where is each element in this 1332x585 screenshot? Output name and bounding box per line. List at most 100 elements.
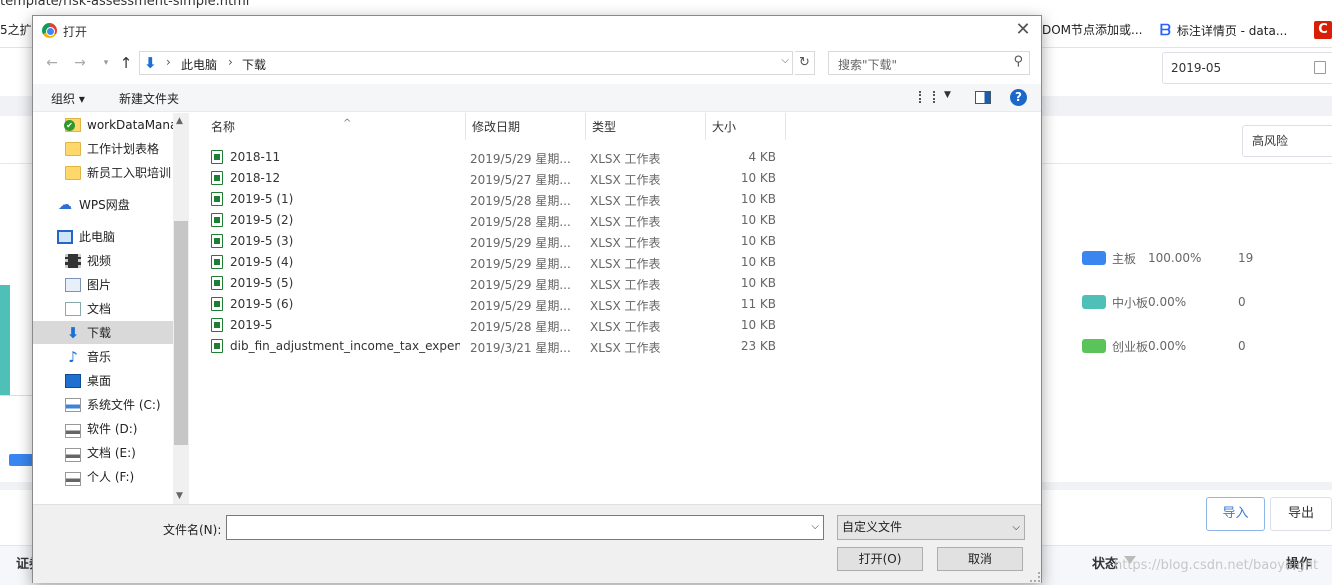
filename-dropdown-chevron-icon[interactable]: ⌵ bbox=[811, 521, 819, 532]
legend-item-gem-board[interactable]: 创业板 0.00% 0 bbox=[1082, 338, 1246, 354]
column-header-type[interactable]: 类型 bbox=[586, 113, 706, 140]
month-value: 2019-05 bbox=[1171, 61, 1222, 75]
tree-item-videos[interactable]: 视频 bbox=[33, 249, 173, 272]
tree-item-pictures[interactable]: 图片 bbox=[33, 273, 173, 296]
up-arrow-icon[interactable]: ↑ bbox=[117, 53, 135, 73]
tree-item-documents[interactable]: 文档 bbox=[33, 297, 173, 320]
legend-percent: 100.00% bbox=[1148, 251, 1202, 265]
file-row[interactable]: 2019-5 (2) 2019/5/28 星期... XLSX 工作表 10 KB bbox=[205, 210, 777, 231]
filename-input[interactable]: ⌵ bbox=[226, 515, 824, 540]
folder-icon bbox=[65, 141, 81, 156]
file-row[interactable]: 2019-5 (4) 2019/5/29 星期... XLSX 工作表 10 KB bbox=[205, 252, 777, 273]
back-arrow-icon[interactable]: ← bbox=[43, 53, 61, 73]
import-button[interactable]: 导入 bbox=[1206, 497, 1265, 531]
breadcrumb-chevron-icon[interactable]: › bbox=[228, 55, 233, 69]
csdn-c-icon[interactable]: C bbox=[1314, 21, 1332, 39]
legend-count: 0 bbox=[1238, 295, 1246, 309]
scroll-down-chevron-icon[interactable]: ▼ bbox=[176, 491, 183, 501]
tree-item-drive-f[interactable]: 个人 (F:) bbox=[33, 465, 173, 488]
file-name: 2019-5 (6) bbox=[230, 297, 294, 311]
recent-locations-chevron-icon[interactable]: ▾ bbox=[97, 53, 115, 73]
tree-scrollbar[interactable]: ▲ ▼ bbox=[173, 113, 189, 504]
legend-swatch bbox=[1082, 251, 1106, 265]
tree-item-drive-c[interactable]: 系统文件 (C:) bbox=[33, 393, 173, 416]
open-button[interactable]: 打开(O) bbox=[837, 547, 923, 571]
file-row[interactable]: 2019-5 (6) 2019/5/29 星期... XLSX 工作表 11 KB bbox=[205, 294, 777, 315]
file-type-value: 自定义文件 bbox=[842, 520, 903, 534]
breadcrumb-this-pc[interactable]: 此电脑 bbox=[181, 56, 217, 73]
watermark: https://blog.csdn.net/baoyaight bbox=[1114, 558, 1319, 573]
file-row[interactable]: dib_fin_adjustment_income_tax_expen... 20… bbox=[205, 336, 777, 357]
open-file-dialog: 打开 ✕ ← → ▾ ↑ ⬇ › 此电脑 › 下载 ⌵ ↻ 搜索"下载" ⚲ 组… bbox=[32, 15, 1042, 583]
address-dropdown-chevron-icon[interactable]: ⌵ bbox=[781, 55, 789, 66]
breadcrumb-chevron-icon[interactable]: › bbox=[166, 55, 171, 69]
file-row[interactable]: 2019-5 2019/5/28 星期... XLSX 工作表 10 KB bbox=[205, 315, 777, 336]
view-dropdown-chevron-icon[interactable]: ▼ bbox=[944, 90, 951, 100]
tree-item-drive-d[interactable]: 软件 (D:) bbox=[33, 417, 173, 440]
tree-item-desktop[interactable]: 桌面 bbox=[33, 369, 173, 392]
column-header-size[interactable]: 大小 bbox=[706, 113, 786, 140]
file-date: 2019/5/28 星期... bbox=[470, 215, 571, 229]
file-row[interactable]: 2019-5 (5) 2019/5/29 星期... XLSX 工作表 10 KB bbox=[205, 273, 777, 294]
file-date: 2019/5/28 星期... bbox=[470, 320, 571, 334]
export-button[interactable]: 导出 bbox=[1270, 497, 1332, 531]
refresh-icon[interactable]: ↻ bbox=[795, 51, 815, 75]
column-header-name[interactable]: 名称 ^ bbox=[205, 113, 466, 140]
close-button[interactable]: ✕ bbox=[1013, 19, 1033, 41]
view-options-icon[interactable] bbox=[919, 91, 935, 103]
legend-percent: 0.00% bbox=[1148, 295, 1187, 309]
scroll-up-chevron-icon[interactable]: ▲ bbox=[176, 116, 183, 126]
tree-item-label: 系统文件 (C:) bbox=[87, 398, 161, 412]
file-type-chevron-icon: ⌵ bbox=[1012, 522, 1020, 533]
preview-pane-icon[interactable] bbox=[975, 91, 991, 104]
file-name: 2019-5 (3) bbox=[230, 234, 294, 248]
tree-item-drive-e[interactable]: 文档 (E:) bbox=[33, 441, 173, 464]
folder-icon bbox=[65, 165, 81, 180]
bookmark-annotation-detail[interactable]: ᗷ 标注详情页 - data... bbox=[1160, 21, 1287, 39]
desktop-icon bbox=[65, 373, 81, 388]
file-row[interactable]: 2019-5 (3) 2019/5/29 星期... XLSX 工作表 10 KB bbox=[205, 231, 777, 252]
legend-item-main-board[interactable]: 主板 100.00% 19 bbox=[1082, 250, 1253, 266]
tree-item-onboarding[interactable]: 新员工入职培训 bbox=[33, 161, 173, 184]
tree-item-workdatamana[interactable]: workDataMana bbox=[33, 113, 173, 136]
risk-level-select[interactable]: 高风险 bbox=[1242, 125, 1332, 157]
breadcrumb-downloads[interactable]: 下载 bbox=[242, 56, 266, 73]
tree-item-downloads[interactable]: ⬇ 下载 bbox=[33, 321, 173, 344]
legend-item-sme-board[interactable]: 中小板 0.00% 0 bbox=[1082, 294, 1246, 310]
file-type: XLSX 工作表 bbox=[590, 236, 661, 250]
file-row[interactable]: 2018-12 2019/5/27 星期... XLSX 工作表 10 KB bbox=[205, 168, 777, 189]
bookmark-dom-node[interactable]: DOM节点添加或... bbox=[1042, 21, 1142, 38]
file-size: 11 KB bbox=[740, 297, 776, 311]
file-row[interactable]: 2019-5 (1) 2019/5/28 星期... XLSX 工作表 10 KB bbox=[205, 189, 777, 210]
cancel-button[interactable]: 取消 bbox=[937, 547, 1023, 571]
file-size: 10 KB bbox=[740, 192, 776, 206]
forward-arrow-icon[interactable]: → bbox=[71, 53, 89, 73]
tree-item-label: 新员工入职培训 bbox=[87, 166, 172, 180]
organize-menu-button[interactable]: 组织 ▾ bbox=[51, 90, 85, 107]
address-breadcrumb[interactable]: ⬇ › 此电脑 › 下载 ⌵ bbox=[139, 51, 793, 75]
month-picker-input[interactable]: 2019-05 bbox=[1162, 52, 1332, 84]
pc-icon bbox=[57, 229, 73, 244]
help-icon[interactable]: ? bbox=[1010, 89, 1027, 106]
tree-item-label: 软件 (D:) bbox=[87, 422, 138, 436]
tree-item-wps-cloud[interactable]: ☁ WPS网盘 bbox=[33, 193, 173, 216]
excel-file-icon bbox=[211, 318, 223, 332]
column-header-modified[interactable]: 修改日期 bbox=[466, 113, 586, 140]
file-date: 2019/5/27 星期... bbox=[470, 173, 571, 187]
dialog-titlebar[interactable]: 打开 ✕ bbox=[33, 16, 1041, 46]
resize-grip-icon[interactable] bbox=[1030, 572, 1040, 582]
scrollbar-thumb[interactable] bbox=[174, 221, 188, 445]
chart-axis bbox=[0, 395, 34, 396]
search-input[interactable]: 搜索"下载" ⚲ bbox=[828, 51, 1030, 75]
excel-file-icon bbox=[211, 276, 223, 290]
tree-item-label: 此电脑 bbox=[79, 230, 116, 244]
new-folder-button[interactable]: 新建文件夹 bbox=[119, 90, 179, 107]
file-type-select[interactable]: 自定义文件 ⌵ bbox=[837, 515, 1025, 540]
b-letter-icon: ᗷ bbox=[1160, 21, 1171, 39]
tree-item-music[interactable]: ♪ 音乐 bbox=[33, 345, 173, 368]
tree-item-work-plan[interactable]: 工作计划表格 bbox=[33, 137, 173, 160]
address-bar[interactable]: template/risk-assessment-simple.html bbox=[0, 0, 1332, 12]
file-row[interactable]: 2018-11 2019/5/29 星期... XLSX 工作表 4 KB bbox=[205, 147, 777, 168]
file-type: XLSX 工作表 bbox=[590, 341, 661, 355]
tree-item-this-pc[interactable]: 此电脑 bbox=[33, 225, 173, 248]
